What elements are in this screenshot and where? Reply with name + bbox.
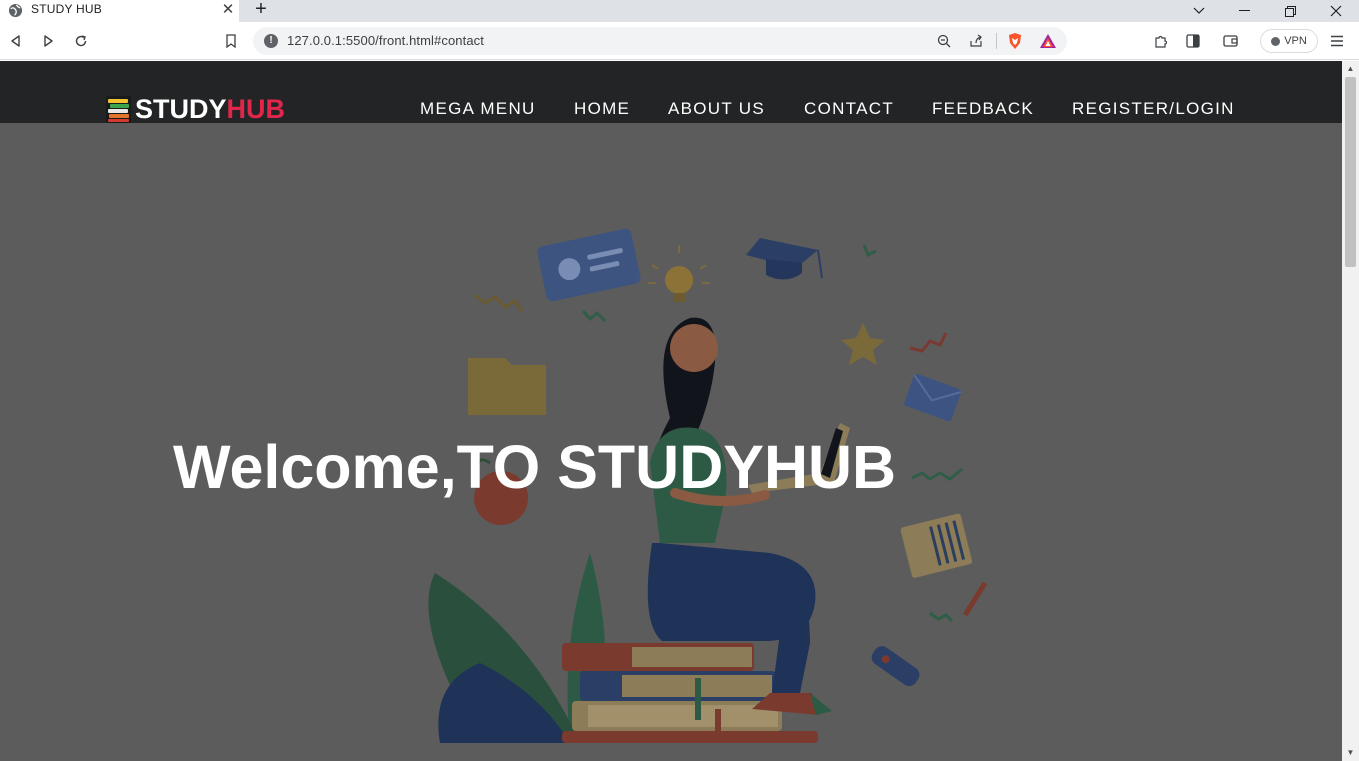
- minimize-icon[interactable]: [1221, 0, 1267, 22]
- logo-text: STUDYHUB: [135, 95, 285, 123]
- chevron-down-icon[interactable]: [1176, 0, 1222, 22]
- nav-contact[interactable]: CONTACT: [804, 99, 894, 119]
- menu-icon[interactable]: [1328, 32, 1346, 50]
- brave-shields-icon[interactable]: [1006, 32, 1024, 50]
- address-bar[interactable]: ! 127.0.0.1:5500/front.html#contact: [253, 27, 1067, 55]
- forward-icon[interactable]: [39, 32, 57, 50]
- books-logo-icon: [106, 95, 131, 123]
- vpn-label: VPN: [1284, 35, 1307, 47]
- nav-feedback[interactable]: FEEDBACK: [932, 99, 1034, 119]
- nav-mega-menu[interactable]: MEGA MENU: [420, 99, 536, 119]
- back-icon[interactable]: [7, 32, 25, 50]
- wallet-icon[interactable]: [1222, 32, 1240, 50]
- brave-rewards-icon[interactable]: [1039, 32, 1057, 50]
- logo-primary-text: STUDY: [135, 94, 227, 124]
- page-scrollbar[interactable]: ▲ ▼: [1342, 61, 1359, 761]
- page-viewport: STUDYHUB MEGA MENU HOME ABOUT US CONTACT…: [0, 61, 1342, 761]
- scroll-down-icon[interactable]: ▼: [1346, 748, 1355, 757]
- nav-home[interactable]: HOME: [574, 99, 630, 119]
- nav-about-us[interactable]: ABOUT US: [668, 99, 765, 119]
- browser-toolbar: ! 127.0.0.1:5500/front.html#contact VPN: [0, 22, 1359, 60]
- nav-register-login[interactable]: REGISTER/LOGIN: [1072, 99, 1235, 119]
- reload-icon[interactable]: [72, 32, 90, 50]
- site-logo[interactable]: STUDYHUB: [106, 95, 285, 123]
- scroll-thumb[interactable]: [1345, 77, 1356, 267]
- vpn-button[interactable]: VPN: [1260, 29, 1318, 53]
- plus-icon[interactable]: +: [251, 0, 271, 20]
- share-icon[interactable]: [967, 32, 985, 50]
- restore-icon[interactable]: [1267, 0, 1313, 22]
- extensions-icon[interactable]: [1152, 32, 1170, 50]
- tab-strip: STUDY HUB ✕ +: [0, 0, 1359, 22]
- sidebar-icon[interactable]: [1184, 32, 1202, 50]
- close-icon[interactable]: ✕: [220, 2, 236, 18]
- tab-title: STUDY HUB: [31, 2, 102, 16]
- site-navbar: STUDYHUB MEGA MENU HOME ABOUT US CONTACT…: [0, 61, 1342, 123]
- hero-section: Welcome,TO STUDYHUB: [0, 123, 1342, 761]
- hero-title: Welcome,TO STUDYHUB: [173, 433, 897, 501]
- divider: [996, 33, 997, 49]
- vpn-status-icon: [1271, 36, 1281, 46]
- scroll-up-icon[interactable]: ▲: [1346, 64, 1355, 73]
- bookmark-icon[interactable]: [222, 32, 240, 50]
- logo-accent-text: HUB: [226, 94, 286, 124]
- info-icon[interactable]: !: [264, 34, 278, 48]
- globe-icon: [8, 3, 23, 18]
- close-window-icon[interactable]: [1313, 0, 1359, 22]
- url-text[interactable]: 127.0.0.1:5500/front.html#contact: [287, 33, 484, 48]
- browser-tab[interactable]: STUDY HUB ✕: [0, 0, 239, 22]
- zoom-out-icon[interactable]: [935, 32, 953, 50]
